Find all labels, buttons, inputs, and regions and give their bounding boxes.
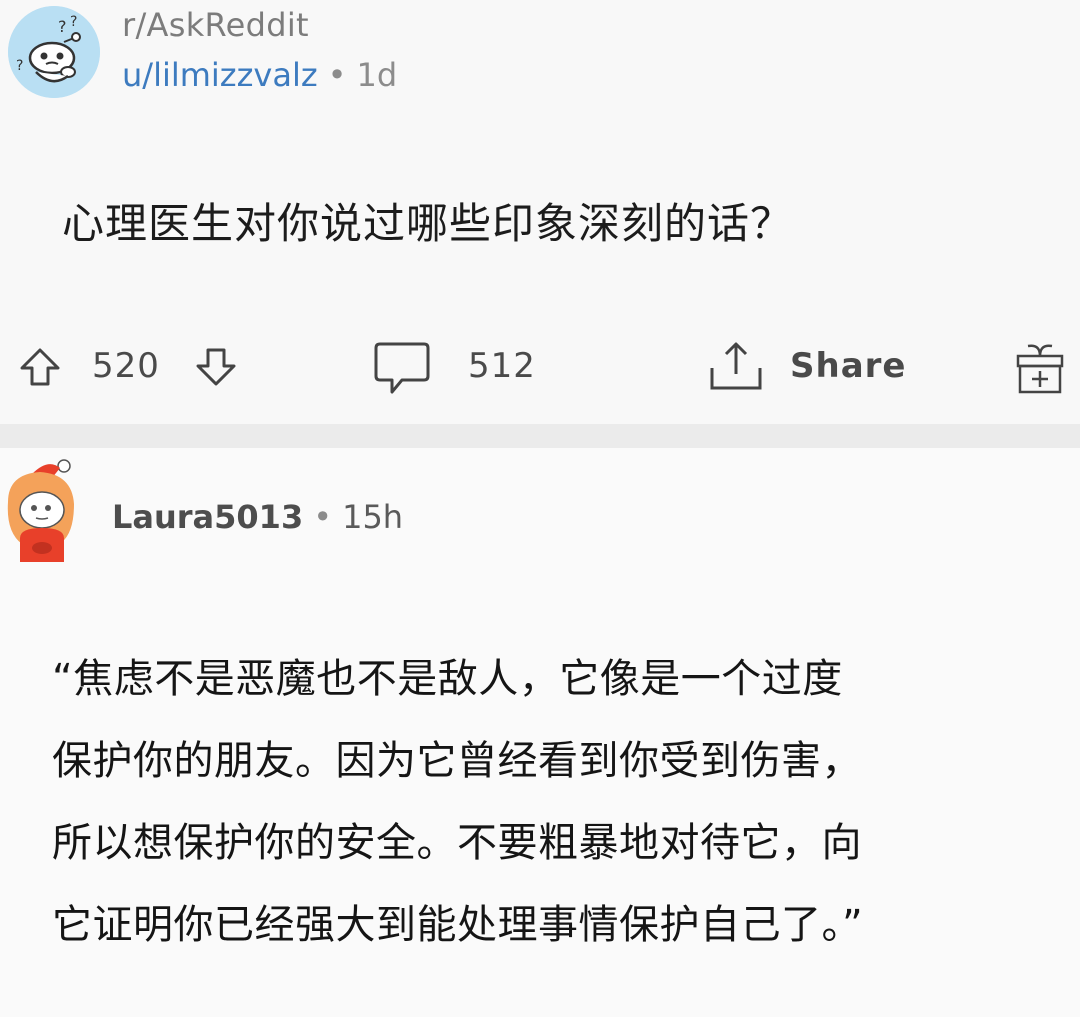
comment-age: 15h (342, 498, 404, 536)
downvote-button[interactable] (194, 346, 238, 388)
svg-text:?: ? (70, 14, 77, 30)
comment-card: Laura5013 • 15h “焦虑不是恶魔也不是敌人，它像是一个过度 保护你的朋… (0, 448, 1080, 1017)
share-icon (710, 342, 762, 390)
comment-text-line: 保护你的朋友。因为它曾经看到你受到伤害， (52, 738, 862, 784)
comment-text-line: “焦虑不是恶魔也不是敌人，它像是一个过度 (52, 656, 843, 702)
comment-body: “焦虑不是恶魔也不是敌人，它像是一个过度 保护你的朋友。因为它曾经看到你受到伤害… (52, 638, 1052, 966)
share-button[interactable] (706, 338, 766, 394)
post-title[interactable]: 心理医生对你说过哪些印象深刻的话？ (62, 190, 793, 251)
meta-separator: • (327, 56, 347, 94)
comment-text-line: 所以想保护你的安全。不要粗暴地对待它，向 (52, 820, 862, 866)
post-author-line: u/lilmizzvalz • 1d (122, 56, 397, 94)
vote-count: 520 (92, 346, 160, 386)
page: ? ? ? r/AskReddit u/lilmizzvalz • 1d 心理医… (0, 0, 1080, 1017)
comments-button[interactable] (372, 340, 432, 398)
share-label[interactable]: Share (790, 346, 906, 386)
arrow-up-icon (20, 348, 60, 386)
comment-meta: Laura5013 • 15h (112, 498, 403, 536)
svg-text:?: ? (16, 58, 23, 74)
gift-icon (1016, 344, 1064, 394)
comment-text-line: 它证明你已经强大到能处理事情保护自己了。” (52, 902, 864, 948)
post-action-bar: 520 512 Share (0, 336, 1080, 406)
svg-text:?: ? (58, 17, 67, 36)
arrow-down-icon (196, 348, 236, 386)
post-author[interactable]: u/lilmizzvalz (122, 56, 318, 94)
subreddit-avatar-icon[interactable]: ? ? ? (8, 6, 100, 98)
post-age: 1d (356, 56, 398, 94)
meta-separator: • (313, 498, 333, 536)
post-card: ? ? ? r/AskReddit u/lilmizzvalz • 1d 心理医… (0, 0, 1080, 425)
subreddit-name[interactable]: r/AskReddit (122, 6, 309, 44)
comment-count: 512 (468, 346, 536, 386)
speech-bubble-icon (374, 342, 430, 394)
section-divider (0, 424, 1080, 448)
upvote-button[interactable] (18, 346, 62, 388)
comment-author[interactable]: Laura5013 (112, 498, 303, 536)
award-button[interactable] (1012, 340, 1068, 396)
commenter-avatar-icon[interactable] (2, 452, 82, 570)
